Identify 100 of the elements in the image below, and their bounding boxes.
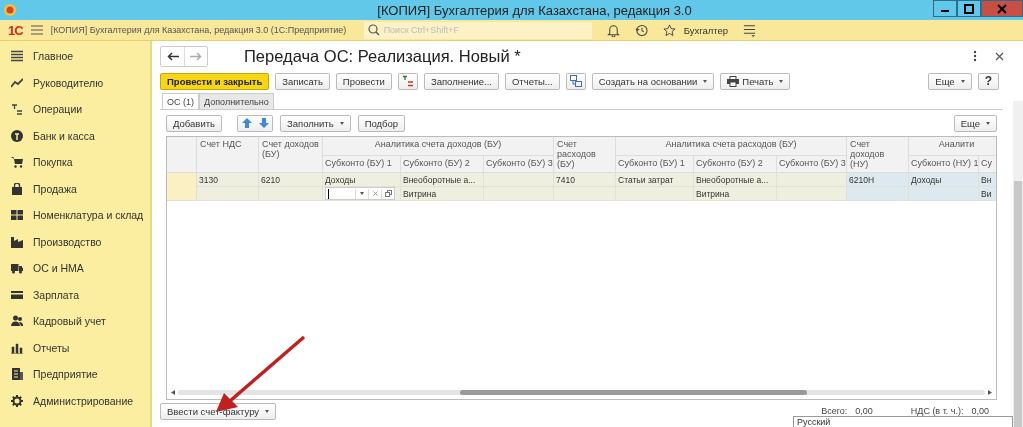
column-header[interactable]: Счет расходов (БУ) <box>554 137 616 173</box>
move-down-button[interactable] <box>255 115 272 131</box>
user-name[interactable]: Бухгалтер <box>683 24 729 36</box>
column-group-header: Аналити <box>909 137 996 156</box>
close-button[interactable] <box>981 0 1023 17</box>
table-cell: Ви <box>979 187 996 201</box>
post-and-close-button[interactable]: Провести и закрыть <box>160 72 270 90</box>
sidebar-item[interactable]: Отчеты <box>0 334 150 361</box>
column-header[interactable]: Субконто (БУ) 3 <box>484 156 554 173</box>
table-button[interactable]: Подбор <box>357 114 406 132</box>
structure-icon <box>569 75 582 87</box>
windows-icon <box>384 190 392 197</box>
sidebar-item[interactable]: Продажа <box>0 175 150 202</box>
more-button[interactable]: Еще <box>928 72 972 90</box>
sidebar-item[interactable]: Банк и касса <box>0 122 150 149</box>
column-header[interactable]: Счет доходов (БУ) <box>259 137 323 173</box>
table-cell <box>554 187 616 201</box>
scroll-right-icon[interactable] <box>988 389 992 395</box>
language-popup[interactable]: Русский <box>793 416 1013 427</box>
bell-icon[interactable] <box>606 23 620 37</box>
clear-icon <box>372 191 378 196</box>
column-header[interactable]: Субконто (БУ) 2 <box>401 156 484 173</box>
toolbar-button[interactable]: Записать <box>275 72 330 90</box>
table-cell: Статьи затрат <box>616 173 694 187</box>
star-icon[interactable] <box>662 23 676 37</box>
history-icon[interactable] <box>634 23 648 37</box>
cart-icon <box>11 156 23 169</box>
tab[interactable]: Дополнительно <box>199 93 274 109</box>
column-header[interactable]: Су <box>979 156 996 173</box>
window-title: [КОПИЯ] Бухгалтерия для Казахстана, редакция 3.0 <box>376 2 693 18</box>
total-value: 0,00 <box>971 406 989 416</box>
close-icon[interactable] <box>995 51 1004 61</box>
bag-icon <box>11 182 23 195</box>
search-icon <box>367 24 380 36</box>
app-icon <box>4 4 16 16</box>
toolbar-button[interactable]: Заполнение... <box>423 72 499 90</box>
column-header[interactable]: Субконто (НУ) 1 <box>909 156 979 173</box>
factory-icon <box>11 235 23 248</box>
help-button[interactable]: ? <box>977 72 999 90</box>
ledger-icon <box>401 75 414 87</box>
toolbar-button[interactable]: Провести <box>335 72 392 90</box>
app-title: [КОПИЯ] Бухгалтерия для Казахстана, редакция 3.0 (1С:Предприятие) <box>50 25 348 35</box>
sidebar-item[interactable]: Главное <box>0 43 150 70</box>
minimize-icon <box>941 10 949 12</box>
total-label: Всего: <box>821 406 848 416</box>
structure-button[interactable] <box>565 72 586 90</box>
sidebar-item[interactable]: Зарплата <box>0 281 150 308</box>
more-button[interactable]: Еще <box>953 114 997 132</box>
table-cell: 6210 <box>259 173 323 187</box>
sidebar-item[interactable]: ОС и НМА <box>0 255 150 282</box>
column-header[interactable]: Субконто (БУ) 1 <box>616 156 694 173</box>
toolbar-button[interactable]: Отчеты... <box>504 72 560 90</box>
dropdown-button[interactable]: Создать на основании <box>591 72 715 90</box>
restore-button[interactable] <box>957 0 981 17</box>
sidebar-item[interactable]: Номенклатура и склад <box>0 202 150 229</box>
table-cell <box>484 187 554 201</box>
table-cell: 7410 <box>554 173 616 187</box>
more-icon[interactable] <box>973 50 977 62</box>
total-value: 0,00 <box>855 406 873 416</box>
sidebar-item[interactable]: Администрирование <box>0 387 150 414</box>
table-cell: Внеоборотные а... <box>694 173 777 187</box>
move-up-button[interactable] <box>238 115 255 131</box>
scroll-left-icon[interactable] <box>171 389 175 395</box>
sidebar-item[interactable]: Предприятие <box>0 361 150 388</box>
arrow-up-icon <box>241 118 252 128</box>
minimize-button[interactable] <box>933 0 957 17</box>
vertical-scrollbar[interactable] <box>1013 101 1023 427</box>
cell-input[interactable] <box>325 187 395 200</box>
sidebar-item[interactable]: Производство <box>0 228 150 255</box>
sidebar-item[interactable]: Покупка <box>0 149 150 176</box>
column-header[interactable]: Субконто (БУ) 1 <box>323 156 401 173</box>
arrow-left-icon <box>166 51 179 61</box>
bar-chart-icon <box>11 341 23 354</box>
column-header[interactable]: Счет НДС <box>197 137 259 173</box>
print-button[interactable]: Печать <box>720 72 791 90</box>
sidebar-item[interactable]: Кадровый учет <box>0 308 150 335</box>
arrow-right-icon <box>190 51 202 61</box>
column-header[interactable]: Счет доходов (НУ) <box>847 137 909 173</box>
column-group-header: Аналитика счета доходов (БУ) <box>323 137 554 156</box>
column-header[interactable]: Субконто (БУ) 2 <box>694 156 777 173</box>
building-icon <box>11 368 23 381</box>
table-cell: Витрина <box>694 187 777 201</box>
trend-icon <box>11 76 23 89</box>
menu-icon[interactable] <box>743 23 757 37</box>
row-marker[interactable] <box>167 173 197 201</box>
coin-icon <box>11 129 23 142</box>
header-cell <box>167 137 197 173</box>
table-cell <box>847 187 909 201</box>
restore-icon <box>964 3 974 14</box>
sidebar-item[interactable]: Операции <box>0 96 150 123</box>
grid-icon <box>11 209 23 222</box>
tab[interactable]: ОС (1) <box>162 93 199 109</box>
invoice-button[interactable]: Ввести счет-фактуру <box>160 402 277 420</box>
fill-button[interactable]: Заполнить <box>280 114 351 132</box>
table-button[interactable]: Добавить <box>166 114 222 132</box>
ledger-button[interactable] <box>397 72 418 90</box>
column-header[interactable]: Субконто (БУ) 3 <box>777 156 847 173</box>
sidebar-item[interactable]: Руководителю <box>0 69 150 96</box>
people-icon <box>11 315 23 328</box>
table-cell: Доходы <box>909 173 979 187</box>
